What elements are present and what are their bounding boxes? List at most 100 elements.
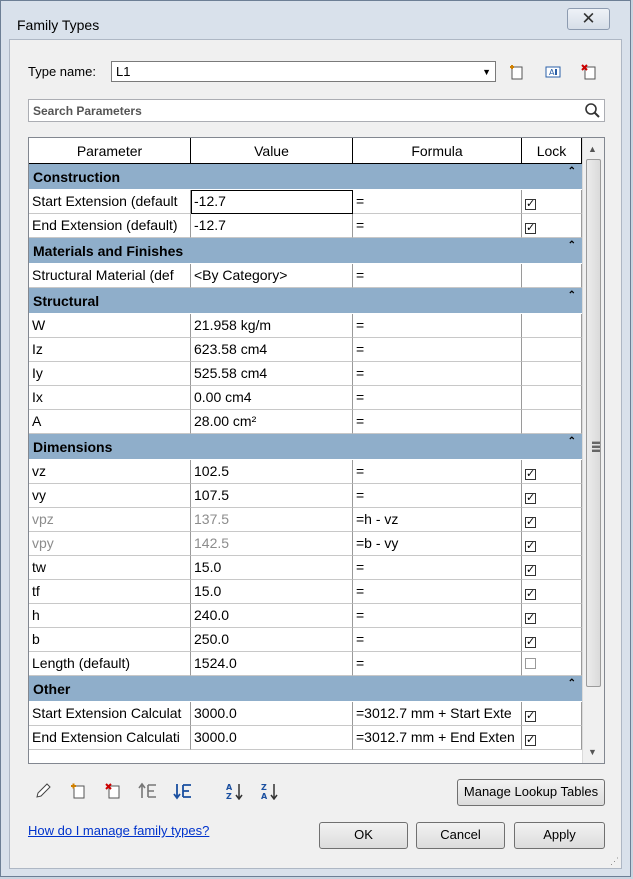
lock-checkbox[interactable] <box>525 658 536 669</box>
ok-button[interactable]: OK <box>319 822 408 849</box>
parameter-value-cell[interactable]: 525.58 cm4 <box>191 362 353 386</box>
close-button[interactable]: ✕ <box>567 8 610 30</box>
column-header-value[interactable]: Value <box>191 138 353 164</box>
lock-checkbox[interactable]: ✓ <box>525 637 536 648</box>
parameter-value-cell[interactable]: -12.7 <box>191 190 353 214</box>
sort-ascending-icon[interactable]: AZ <box>225 781 245 801</box>
scrollbar-thumb[interactable]: ▬ ▬ ▬ <box>586 159 601 687</box>
parameter-formula-cell[interactable]: = <box>353 314 522 338</box>
column-header-parameter[interactable]: Parameter <box>29 138 191 164</box>
new-type-icon[interactable] <box>507 62 527 82</box>
parameter-row: tw 15.0 = ✓ <box>29 556 582 580</box>
parameter-value-cell[interactable]: 0.00 cm4 <box>191 386 353 410</box>
parameter-value-cell[interactable]: 3000.0 <box>191 726 353 750</box>
scroll-down-icon[interactable]: ▼ <box>588 747 597 757</box>
parameter-formula-cell[interactable]: = <box>353 386 522 410</box>
parameter-formula-cell[interactable]: = <box>353 264 522 288</box>
group-header[interactable]: Construction ⌃ <box>29 164 582 190</box>
lock-checkbox[interactable]: ✓ <box>525 589 536 600</box>
group-header[interactable]: Dimensions ⌃ <box>29 434 582 460</box>
apply-button[interactable]: Apply <box>514 822 605 849</box>
new-parameter-icon[interactable] <box>68 781 88 801</box>
parameter-name-cell: Ix <box>29 386 191 410</box>
parameter-name-cell: vy <box>29 484 191 508</box>
parameter-formula-cell[interactable]: =h - vz <box>353 508 522 532</box>
edit-parameter-icon[interactable] <box>33 781 53 801</box>
lock-checkbox[interactable]: ✓ <box>525 469 536 480</box>
parameter-value-cell[interactable]: 240.0 <box>191 604 353 628</box>
parameter-formula-cell[interactable]: = <box>353 484 522 508</box>
parameter-lock-cell: ✓ <box>522 460 582 484</box>
parameter-value-cell[interactable]: -12.7 <box>191 214 353 238</box>
parameter-value-cell[interactable]: 623.58 cm4 <box>191 338 353 362</box>
resize-grip-icon[interactable]: ⋰ <box>610 856 619 867</box>
lock-checkbox[interactable]: ✓ <box>525 565 536 576</box>
lock-checkbox[interactable]: ✓ <box>525 223 536 234</box>
parameter-value-cell[interactable]: 21.958 kg/m <box>191 314 353 338</box>
parameter-value-cell[interactable]: 15.0 <box>191 580 353 604</box>
lock-checkbox[interactable]: ✓ <box>525 199 536 210</box>
scroll-up-icon[interactable]: ▲ <box>588 144 597 154</box>
group-name: Construction <box>33 169 121 185</box>
parameter-formula-cell[interactable]: = <box>353 580 522 604</box>
search-input[interactable] <box>31 102 575 120</box>
parameter-value-cell[interactable]: 102.5 <box>191 460 353 484</box>
parameter-name-cell: h <box>29 604 191 628</box>
lock-checkbox[interactable]: ✓ <box>525 493 536 504</box>
collapse-chevron-icon[interactable]: ⌃ <box>568 436 576 447</box>
parameter-value-cell[interactable]: 3000.0 <box>191 702 353 726</box>
collapse-chevron-icon[interactable]: ⌃ <box>568 290 576 301</box>
parameter-formula-cell[interactable]: = <box>353 338 522 362</box>
search-icon[interactable] <box>584 102 601 122</box>
parameter-formula-cell[interactable]: = <box>353 652 522 676</box>
parameter-formula-cell[interactable]: = <box>353 604 522 628</box>
parameter-formula-cell[interactable]: = <box>353 190 522 214</box>
remove-parameter-icon[interactable] <box>103 781 123 801</box>
rename-type-icon[interactable]: A <box>543 62 563 82</box>
manage-lookup-tables-button[interactable]: Manage Lookup Tables <box>457 779 605 806</box>
collapse-chevron-icon[interactable]: ⌃ <box>568 166 576 177</box>
parameter-row: Ix 0.00 cm4 = <box>29 386 582 410</box>
cancel-button[interactable]: Cancel <box>416 822 505 849</box>
parameter-value-cell[interactable]: 142.5 <box>191 532 353 556</box>
parameter-value-cell[interactable]: 250.0 <box>191 628 353 652</box>
search-parameters-box[interactable] <box>28 99 605 122</box>
grid-header: Parameter Value Formula Lock <box>29 138 582 164</box>
parameter-value-cell[interactable]: 107.5 <box>191 484 353 508</box>
lock-checkbox[interactable]: ✓ <box>525 613 536 624</box>
lock-checkbox[interactable]: ✓ <box>525 517 536 528</box>
collapse-chevron-icon[interactable]: ⌃ <box>568 240 576 251</box>
parameter-name-cell: Structural Material (def <box>29 264 191 288</box>
parameter-formula-cell[interactable]: = <box>353 410 522 434</box>
parameter-value-cell[interactable]: 28.00 cm² <box>191 410 353 434</box>
group-header[interactable]: Structural ⌃ <box>29 288 582 314</box>
parameter-formula-cell[interactable]: = <box>353 214 522 238</box>
type-name-dropdown[interactable]: L1 ▼ <box>111 61 496 82</box>
parameter-formula-cell[interactable]: = <box>353 628 522 652</box>
parameter-value-cell[interactable]: 1524.0 <box>191 652 353 676</box>
title-bar[interactable]: Family Types ✕ <box>1 1 630 37</box>
collapse-chevron-icon[interactable]: ⌃ <box>568 678 576 689</box>
group-header[interactable]: Materials and Finishes ⌃ <box>29 238 582 264</box>
parameter-formula-cell[interactable]: = <box>353 362 522 386</box>
parameter-value-cell[interactable]: 137.5 <box>191 508 353 532</box>
parameter-value-cell[interactable]: 15.0 <box>191 556 353 580</box>
column-header-lock[interactable]: Lock <box>522 138 582 164</box>
parameter-formula-cell[interactable]: = <box>353 556 522 580</box>
help-link[interactable]: How do I manage family types? <box>28 823 209 838</box>
move-up-icon[interactable] <box>138 781 158 801</box>
parameter-formula-cell[interactable]: =3012.7 mm + Start Exte <box>353 702 522 726</box>
vertical-scrollbar[interactable]: ▲ ▬ ▬ ▬ ▼ <box>582 138 604 763</box>
group-header[interactable]: Other ⌃ <box>29 676 582 702</box>
parameter-formula-cell[interactable]: =b - vy <box>353 532 522 556</box>
lock-checkbox[interactable]: ✓ <box>525 735 536 746</box>
parameter-formula-cell[interactable]: = <box>353 460 522 484</box>
lock-checkbox[interactable]: ✓ <box>525 541 536 552</box>
parameter-value-cell[interactable]: <By Category> <box>191 264 353 288</box>
lock-checkbox[interactable]: ✓ <box>525 711 536 722</box>
move-down-icon[interactable] <box>173 781 193 801</box>
delete-type-icon[interactable] <box>579 62 599 82</box>
parameter-formula-cell[interactable]: =3012.7 mm + End Exten <box>353 726 522 750</box>
column-header-formula[interactable]: Formula <box>353 138 522 164</box>
sort-descending-icon[interactable]: ZA <box>260 781 280 801</box>
